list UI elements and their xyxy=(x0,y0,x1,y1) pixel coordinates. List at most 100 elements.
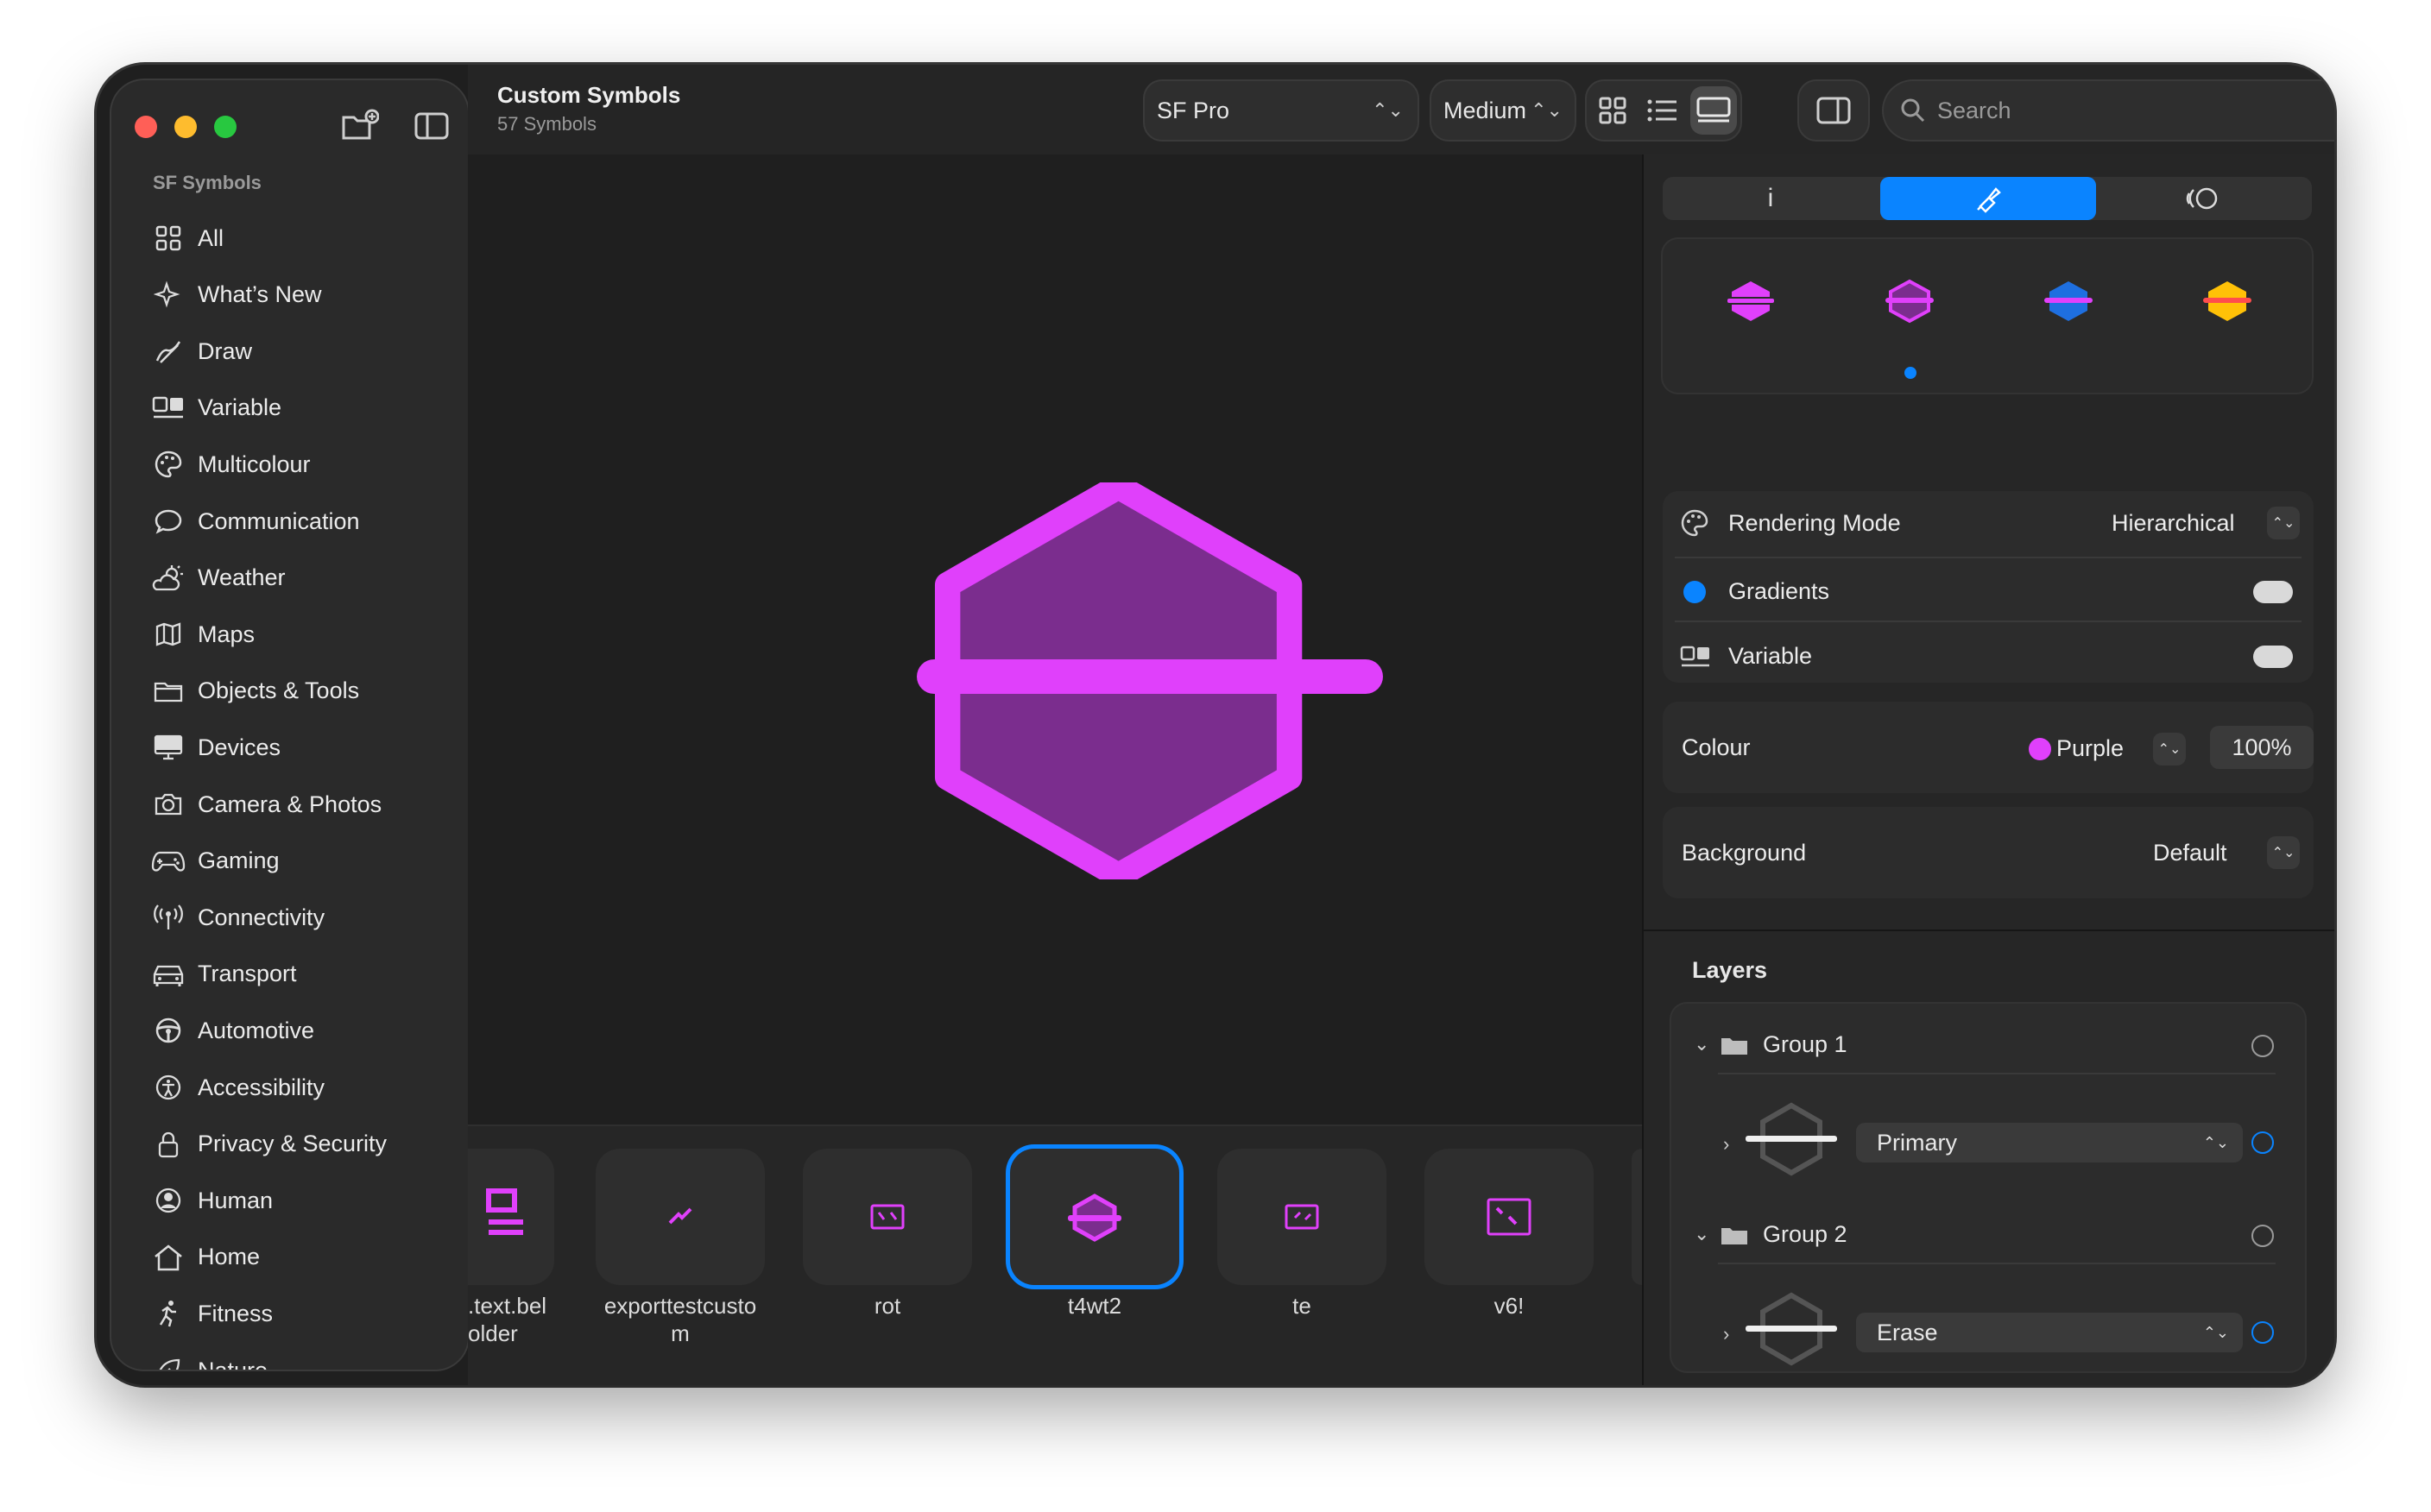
sidebar-item-privacy-security[interactable]: Privacy & Security xyxy=(149,1120,451,1169)
sidebar-item-connectivity[interactable]: Connectivity xyxy=(149,893,451,942)
car-icon xyxy=(149,955,187,993)
draw-icon xyxy=(149,332,187,370)
disclosure-chevron-icon[interactable]: › xyxy=(1723,1323,1729,1345)
opacity-field[interactable]: 100% xyxy=(2210,726,2314,769)
sidebar-item-nature[interactable]: Nature xyxy=(149,1346,451,1370)
sidebar-item-weather[interactable]: Weather xyxy=(149,554,451,602)
more-options-icon[interactable] xyxy=(2251,1225,2274,1247)
sidebar-item-multicolour[interactable]: Multicolour xyxy=(149,440,451,488)
variable-icon xyxy=(149,389,187,427)
sidebar-item-all[interactable]: All xyxy=(149,214,451,262)
sidebar-item-label: Transport xyxy=(198,961,297,987)
info-icon[interactable]: i xyxy=(1663,177,1878,220)
sidebar-item-transport[interactable]: Transport xyxy=(149,950,451,999)
background-stepper-icon[interactable]: ⌃⌄ xyxy=(2267,836,2300,869)
sidebar-item-label: Human xyxy=(198,1187,274,1213)
sidebar-item-objects-tools[interactable]: Objects & Tools xyxy=(149,667,451,715)
layer-options-icon[interactable] xyxy=(2251,1131,2274,1154)
sidebar-item-home[interactable]: Home xyxy=(149,1233,451,1282)
rendering-mode-value[interactable]: Hierarchical xyxy=(2112,510,2235,537)
gallery-symbol-tile[interactable] xyxy=(596,1149,765,1285)
monochrome-preview-icon[interactable] xyxy=(1727,279,1775,324)
gallery-symbol-tile[interactable] xyxy=(1632,1149,1642,1285)
symbol-preview-icon xyxy=(917,482,1383,879)
rendering-mode-label: Rendering Mode xyxy=(1728,510,1901,536)
layers-title: Layers xyxy=(1692,957,1768,983)
list-view-icon[interactable] xyxy=(1644,91,1682,129)
chevron-updown-icon: ⌃⌄ xyxy=(1531,99,1563,121)
rendering-settings: Rendering Mode Hierarchical ⌃⌄ Gradients… xyxy=(1663,491,2314,683)
chevron-updown-icon: ⌃⌄ xyxy=(1372,99,1404,121)
weight-select-value: Medium xyxy=(1443,97,1527,123)
gallery-symbol-tile[interactable] xyxy=(803,1149,972,1285)
chevron-updown-icon: ⌃⌄ xyxy=(2202,1323,2229,1341)
chevron-updown-icon: ⌃⌄ xyxy=(2202,1133,2229,1151)
grid-view-icon[interactable] xyxy=(1594,91,1632,129)
gallery-view-icon[interactable] xyxy=(1690,86,1737,135)
background-settings: Background Default ⌃⌄ xyxy=(1663,807,2314,898)
sidebar-item-label: Fitness xyxy=(198,1300,274,1326)
search-field[interactable]: Search xyxy=(1884,81,2334,140)
layer-style-select[interactable]: Erase ⌃⌄ xyxy=(1856,1313,2243,1352)
palette-icon xyxy=(1680,508,1709,538)
accessibility-icon xyxy=(149,1068,187,1106)
close-window-button[interactable] xyxy=(135,116,157,138)
gallery-symbol-tile[interactable] xyxy=(468,1149,554,1285)
hierarchical-preview-icon[interactable] xyxy=(1885,279,1934,324)
search-icon xyxy=(1899,97,1927,124)
gallery-symbol-tile[interactable] xyxy=(1010,1149,1179,1285)
colour-stepper-icon[interactable]: ⌃⌄ xyxy=(2153,733,2186,765)
inspector-toggle-icon[interactable] xyxy=(1799,81,1868,140)
toolbar: Custom Symbols 57 Symbols SF Pro ⌃⌄ Medi… xyxy=(468,65,2334,156)
gallery-symbol-label: rot xyxy=(874,1293,901,1319)
sidebar-item-accessibility[interactable]: Accessibility xyxy=(149,1063,451,1112)
disclosure-chevron-icon[interactable]: ⌄ xyxy=(1694,1223,1709,1245)
disclosure-chevron-icon[interactable]: › xyxy=(1723,1133,1729,1156)
font-select[interactable]: SF Pro ⌃⌄ xyxy=(1145,81,1418,140)
background-value[interactable]: Default xyxy=(2153,840,2227,866)
disclosure-chevron-icon[interactable]: ⌄ xyxy=(1694,1033,1709,1055)
rendering-mode-stepper-icon[interactable]: ⌃⌄ xyxy=(2267,507,2300,539)
layer-style-select[interactable]: Primary ⌃⌄ xyxy=(1856,1123,2243,1162)
sidebar-toggle-icon[interactable] xyxy=(414,110,450,142)
selected-mode-indicator xyxy=(1904,367,1916,379)
gallery-symbol-tile[interactable] xyxy=(1217,1149,1386,1285)
sidebar-item-human[interactable]: Human xyxy=(149,1176,451,1225)
minimize-window-button[interactable] xyxy=(174,116,197,138)
sidebar-item-label: Automotive xyxy=(198,1017,315,1043)
paintbrush-icon[interactable] xyxy=(1880,177,2096,220)
sidebar-item-devices[interactable]: Devices xyxy=(149,723,451,772)
variable-toggle[interactable] xyxy=(2253,646,2293,668)
sidebar-item-draw[interactable]: Draw xyxy=(149,327,451,375)
person-icon xyxy=(149,1181,187,1219)
animation-icon[interactable] xyxy=(2096,177,2312,220)
new-collection-folder-icon[interactable] xyxy=(341,109,380,143)
sidebar-item-label: Maps xyxy=(198,621,256,647)
sidebar-item-label: All xyxy=(198,224,224,251)
divider xyxy=(1644,929,2334,931)
gradients-toggle[interactable] xyxy=(2253,581,2293,603)
sidebar-item-automotive[interactable]: Automotive xyxy=(149,1006,451,1055)
sidebar-item-camera-photos[interactable]: Camera & Photos xyxy=(149,780,451,828)
zoom-window-button[interactable] xyxy=(214,116,237,138)
colour-value[interactable]: Purple xyxy=(2056,735,2124,762)
more-options-icon[interactable] xyxy=(2251,1035,2274,1057)
weight-select[interactable]: Medium ⌃⌄ xyxy=(1431,81,1575,140)
gallery-symbol-label: v6! xyxy=(1493,1293,1525,1319)
folder-icon xyxy=(1720,1223,1749,1247)
house-icon xyxy=(149,1238,187,1276)
sidebar-item-what-s-new[interactable]: What’s New xyxy=(149,271,451,319)
layer-thumbnail-icon xyxy=(1746,1102,1837,1176)
sidebar-item-gaming[interactable]: Gaming xyxy=(149,837,451,885)
multicolour-preview-icon[interactable] xyxy=(2203,279,2251,324)
layer-style-value: Primary xyxy=(1877,1129,1957,1156)
sidebar-item-fitness[interactable]: Fitness xyxy=(149,1289,451,1338)
palette-preview-icon[interactable] xyxy=(2044,279,2093,324)
sidebar-item-communication[interactable]: Communication xyxy=(149,497,451,545)
sidebar-item-variable[interactable]: Variable xyxy=(149,384,451,432)
layer-options-icon[interactable] xyxy=(2251,1321,2274,1344)
sidebar-item-maps[interactable]: Maps xyxy=(149,610,451,658)
gallery-symbol-tile[interactable] xyxy=(1424,1149,1594,1285)
layers-list: ⌄ Group 1 › Primary ⌃⌄ ⌄ Group 2 › Erase… xyxy=(1671,1004,2305,1371)
layer-style-value: Erase xyxy=(1877,1319,1938,1345)
